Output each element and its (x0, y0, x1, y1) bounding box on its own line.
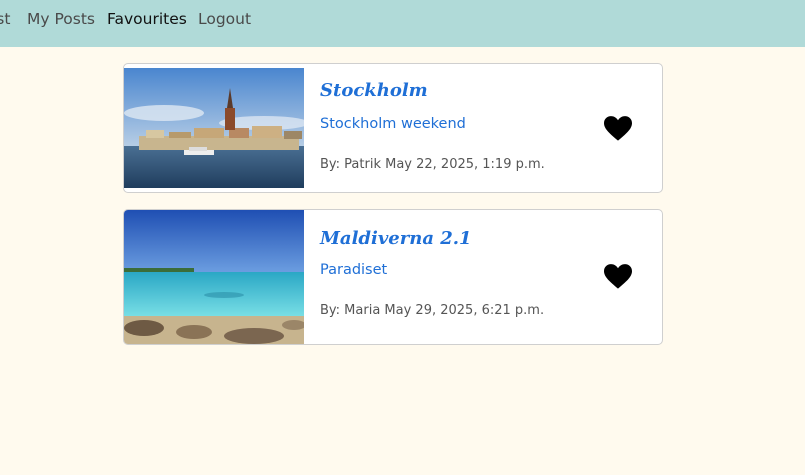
favourite-heart-icon[interactable] (604, 264, 632, 290)
post-title[interactable]: Stockholm (320, 80, 428, 101)
post-excerpt[interactable]: Stockholm weekend (320, 116, 466, 132)
nav-link-logout[interactable]: Logout (198, 10, 251, 28)
post-card: Maldiverna 2.1 Paradiset By: Maria May 2… (123, 209, 663, 345)
nav-link-favourites[interactable]: Favourites (107, 10, 187, 28)
nav-link-post[interactable]: Post (0, 10, 10, 28)
post-card: Stockholm Stockholm weekend By: Patrik M… (123, 63, 663, 193)
navbar: Post My Posts Favourites Logout (0, 0, 805, 47)
post-excerpt[interactable]: Paradiset (320, 262, 387, 278)
nav-link-my-posts[interactable]: My Posts (27, 10, 95, 28)
favourite-heart-icon[interactable] (604, 116, 632, 142)
post-title[interactable]: Maldiverna 2.1 (320, 228, 472, 249)
post-meta: By: Maria May 29, 2025, 6:21 p.m. (320, 303, 545, 318)
post-image[interactable] (124, 210, 304, 344)
post-meta: By: Patrik May 22, 2025, 1:19 p.m. (320, 157, 545, 172)
post-image[interactable] (124, 68, 304, 188)
